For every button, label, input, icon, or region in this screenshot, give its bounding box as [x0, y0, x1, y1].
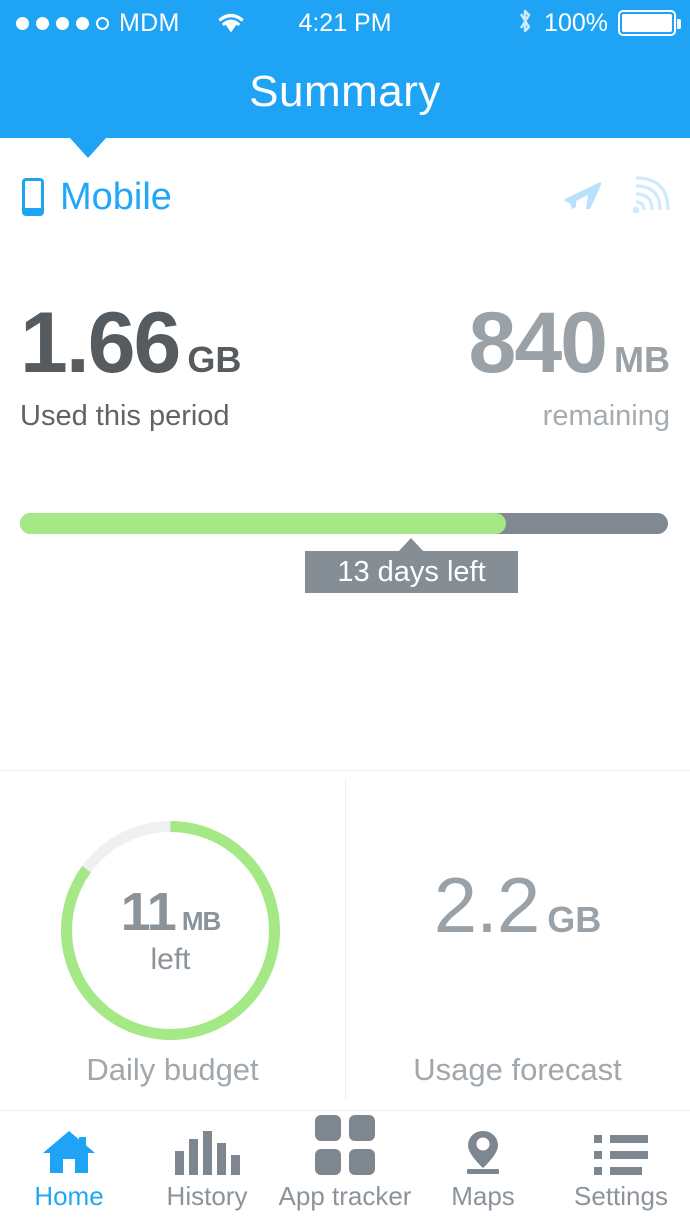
remaining-unit: MB: [614, 339, 670, 380]
mobile-phone-icon: [22, 178, 44, 216]
tab-label-app-tracker: App tracker: [278, 1181, 412, 1211]
app-screen: MDM 4:21 PM 100% Summary Mobile 1.66 GB …: [0, 0, 690, 1227]
tab-label-maps: Maps: [451, 1181, 515, 1211]
used-caption: Used this period: [20, 400, 230, 432]
usage-forecast-caption: Usage forecast: [413, 1052, 622, 1087]
tab-label-settings: Settings: [574, 1181, 668, 1211]
used-stat: 1.66 GB Used this period: [20, 300, 241, 433]
tab-settings[interactable]: Settings: [552, 1111, 690, 1228]
tooltip-arrow: [398, 538, 424, 552]
used-value-row: 1.66 GB: [20, 300, 241, 386]
battery-full-icon: [618, 10, 681, 36]
forecast-value: 2.2: [433, 861, 540, 949]
tab-app-tracker[interactable]: App tracker: [276, 1111, 414, 1228]
remaining-value: 840: [468, 295, 608, 391]
remaining-stat: 840 MB remaining: [469, 300, 671, 433]
airplane-icon[interactable]: [562, 175, 604, 220]
donut-center-labels: 11 MB left: [52, 812, 289, 1049]
daily-budget-donut-chart: 11 MB left: [52, 812, 289, 1049]
remaining-value-row: 840 MB: [469, 300, 671, 386]
status-bar: MDM 4:21 PM 100%: [0, 0, 690, 46]
header-pointer-triangle: [70, 138, 106, 158]
page-title: Summary: [249, 67, 441, 116]
daily-budget-value: 11: [120, 881, 177, 942]
tab-label-history: History: [166, 1181, 248, 1211]
battery-percent-label: 100%: [544, 8, 608, 37]
map-pin-icon: [459, 1123, 507, 1175]
donut-value-row: 11 MB: [120, 881, 222, 942]
tab-history[interactable]: History: [138, 1111, 276, 1228]
grid-apps-icon: [315, 1115, 375, 1175]
remaining-caption: remaining: [542, 400, 670, 432]
daily-budget-panel[interactable]: 11 MB left Daily budget: [0, 770, 345, 1100]
days-left-tooltip: 13 days left: [305, 551, 518, 593]
status-bar-right: 100%: [516, 7, 681, 40]
tab-label-home: Home: [34, 1181, 104, 1211]
list-icon: [594, 1123, 648, 1175]
tab-home[interactable]: Home: [0, 1111, 138, 1228]
usage-stats: 1.66 GB Used this period 840 MB remaining: [0, 300, 690, 460]
tab-bar: Home History App tracker Maps Settings: [0, 1110, 690, 1227]
connection-selector[interactable]: Mobile: [22, 176, 172, 219]
daily-budget-caption: Daily budget: [86, 1052, 259, 1087]
daily-budget-sub: left: [150, 942, 191, 976]
roaming-signal-icon[interactable]: [630, 174, 672, 221]
usage-forecast-panel[interactable]: 2.2 GB Usage forecast: [345, 770, 690, 1100]
forecast-value-row: 2.2 GB: [345, 866, 690, 944]
connection-status-icons: [562, 174, 672, 221]
used-value: 1.66: [20, 295, 181, 391]
bar-chart-icon: [174, 1123, 240, 1175]
connection-row[interactable]: Mobile: [0, 168, 690, 226]
tab-maps[interactable]: Maps: [414, 1111, 552, 1228]
forecast-unit: GB: [547, 899, 602, 940]
daily-budget-unit: MB: [181, 905, 221, 936]
home-icon: [41, 1123, 97, 1175]
connection-label: Mobile: [60, 175, 172, 218]
used-unit: GB: [187, 339, 242, 380]
usage-progress-bar[interactable]: [20, 513, 668, 534]
bluetooth-icon: [516, 7, 534, 40]
navigation-bar: Summary: [0, 46, 690, 138]
progress-track: [20, 513, 668, 534]
progress-fill: [20, 513, 506, 534]
